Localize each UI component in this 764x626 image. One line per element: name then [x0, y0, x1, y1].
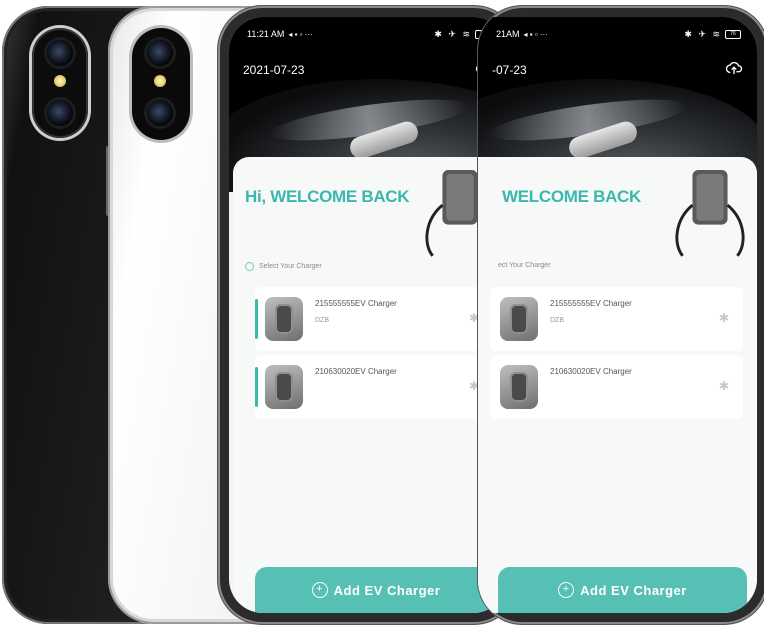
charger-sub: DZB — [550, 317, 564, 324]
status-bar: 21AM ◂ ▪ ▫ ··· ✱ ✈ ≋ 76 — [496, 27, 741, 41]
flash-icon — [54, 75, 66, 87]
plus-circle-icon: + — [311, 582, 328, 598]
header-date: 2021-07-23 — [243, 63, 305, 77]
charger-name: 215555555EV Charger — [315, 299, 397, 308]
phone-front-main: 11:21 AM ◂ ▪ ▫ ··· ✱ ✈ ≋ 76 2021-07-23 H… — [218, 6, 518, 624]
select-charger-text: ect Your Charger — [498, 262, 551, 269]
notification-icons: ◂ ▪ ▫ ··· — [523, 29, 548, 39]
charger-thumbnail — [500, 365, 538, 409]
status-icons: ✱ ✈ ≋ — [434, 28, 472, 39]
charger-name: 210630020EV Charger — [550, 367, 632, 376]
charger-list-item[interactable]: 210630020EV Charger ✱ — [490, 355, 743, 419]
app-screen: 11:21 AM ◂ ▪ ▫ ··· ✱ ✈ ≋ 76 2021-07-23 H… — [229, 17, 507, 613]
select-charger-label: ect Your Charger — [498, 262, 551, 269]
add-ev-charger-button[interactable]: + Add EV Charger — [498, 567, 747, 613]
app-screen: 21AM ◂ ▪ ▫ ··· ✱ ✈ ≋ 76 -07-23 WELCOME B… — [478, 17, 757, 613]
status-icons: ✱ ✈ ≋ — [684, 28, 722, 39]
camera-lens-icon — [47, 40, 73, 66]
charger-list-item[interactable]: 215555555EV Charger DZB ✱ — [490, 287, 743, 351]
select-charger-text: Select Your Charger — [259, 263, 322, 270]
status-time: 11:21 AM — [247, 29, 285, 39]
select-charger-label: Select Your Charger — [245, 262, 322, 271]
status-time: 21AM — [496, 29, 520, 39]
charger-name: 210630020EV Charger — [315, 367, 397, 376]
wallbox-charger-image — [675, 170, 745, 257]
battery-icon: 76 — [725, 29, 741, 39]
camera-module — [132, 28, 190, 140]
welcome-card: Hi, WELCOME BACK Select Your Charger 215… — [233, 157, 507, 613]
header-date: -07-23 — [492, 63, 527, 77]
camera-lens-icon — [147, 100, 173, 126]
charger-sub: DZB — [315, 317, 329, 324]
plus-circle-icon: + — [558, 582, 575, 598]
camera-lens-icon — [147, 40, 173, 66]
welcome-title: WELCOME BACK — [502, 187, 641, 206]
add-button-label: Add EV Charger — [580, 582, 687, 598]
selected-indicator — [255, 367, 258, 407]
charger-thumbnail — [265, 297, 303, 341]
status-bar: 11:21 AM ◂ ▪ ▫ ··· ✱ ✈ ≋ 76 — [247, 27, 491, 41]
camera-lens-icon — [47, 100, 73, 126]
notification-icons: ◂ ▪ ▫ ··· — [288, 29, 313, 39]
add-button-label: Add EV Charger — [333, 582, 441, 598]
bluetooth-icon[interactable]: ✱ — [719, 379, 729, 393]
phone-front-secondary: 21AM ◂ ▪ ▫ ··· ✱ ✈ ≋ 76 -07-23 WELCOME B… — [478, 6, 764, 624]
charger-thumbnail — [265, 365, 303, 409]
add-ev-charger-button[interactable]: + Add EV Charger — [255, 567, 497, 613]
charger-thumbnail — [500, 297, 538, 341]
charger-list-item[interactable]: 215555555EV Charger DZB ✱ — [255, 287, 493, 351]
welcome-card: WELCOME BACK ect Your Charger 215555555E… — [478, 157, 757, 613]
charger-list-item[interactable]: 210630020EV Charger ✱ — [255, 355, 493, 419]
bluetooth-icon[interactable]: ✱ — [719, 311, 729, 325]
welcome-title: Hi, WELCOME BACK — [245, 187, 410, 206]
flash-icon — [154, 75, 166, 87]
gear-icon — [245, 262, 254, 271]
selected-indicator — [255, 299, 258, 339]
cloud-upload-icon[interactable] — [725, 59, 743, 77]
camera-module — [32, 28, 88, 138]
charger-name: 215555555EV Charger — [550, 299, 632, 308]
